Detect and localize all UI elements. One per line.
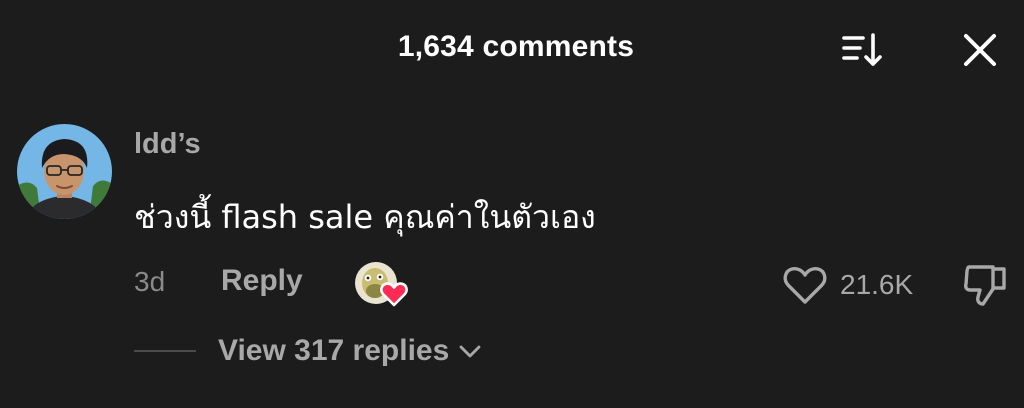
replies-row: View 317 replies [134,328,483,374]
reply-button[interactable]: Reply [221,264,303,298]
like-button[interactable]: 21.6K [782,260,913,310]
like-count: 21.6K [840,269,914,300]
sort-descending-icon [842,33,882,66]
chevron-down-icon [457,342,483,360]
replies-divider [134,350,196,352]
avatar[interactable] [17,124,112,219]
creator-liked-badge [354,261,408,309]
view-replies-label: View 317 replies [218,334,450,367]
creator-liked-heart-icon [380,282,408,307]
heart-outline-icon [783,266,827,304]
sort-button[interactable] [834,26,890,74]
comment-timestamp: 3d [134,266,166,297]
dislike-button[interactable] [958,260,1012,310]
close-button[interactable] [952,22,1008,78]
thumbs-down-icon [964,265,1006,306]
close-icon [964,34,996,66]
view-replies-button[interactable]: View 317 replies [218,334,483,368]
comment-username[interactable]: ldd’s [134,128,201,161]
avatar-photo [17,124,112,219]
comment-text: ช่วงนี้ flash sale คุณค่าในตัวเอง [134,198,596,236]
